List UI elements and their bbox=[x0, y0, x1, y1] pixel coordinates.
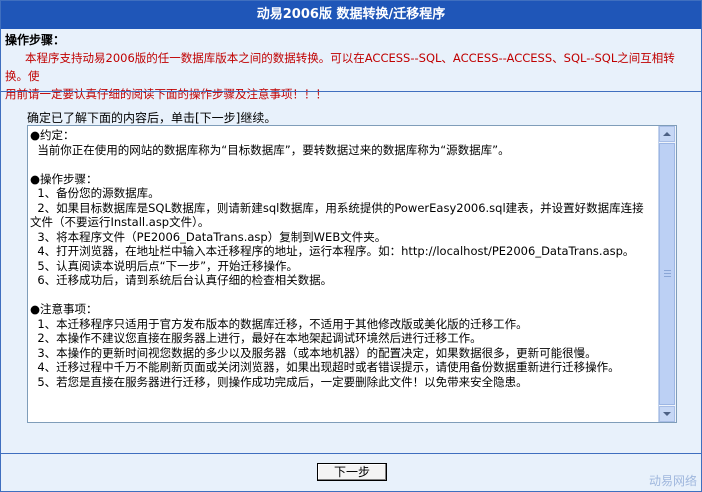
grip-line-icon bbox=[664, 276, 671, 277]
instruction-line: 4、打开浏览器，在地址栏中输入本迁移程序的地址，运行本程序。如：http://l… bbox=[30, 244, 635, 258]
instructions-content: ●约定： 当前你正在使用的网站的数据库称为“目标数据库”，要转数据过来的数据库称… bbox=[30, 128, 658, 389]
arrow-up-icon bbox=[663, 132, 671, 136]
instruction-line: 6、迁移成功后，请到系统后台认真仔细的检查相关数据。 bbox=[30, 273, 333, 287]
instruction-line: 2、如果目标数据库是SQL数据库，则请新建sql数据库，用系统提供的PowerE… bbox=[30, 200, 644, 215]
bottom-divider bbox=[1, 453, 701, 454]
instruction-line: 3、本操作的更新时间视您数据的多少以及服务器（或本地机器）的配置决定，如果数据很… bbox=[30, 345, 597, 360]
instruction-line bbox=[30, 157, 658, 172]
scroll-down-button[interactable] bbox=[659, 406, 675, 422]
instruction-line: 1、本迁移程序只适用于官方发布版本的数据库迁移，不适用于其他修改版或美化版的迁移… bbox=[30, 316, 528, 331]
continue-prompt: 确定已了解下面的内容后，单击[下一步]继续。 bbox=[27, 111, 277, 125]
scroll-up-button[interactable] bbox=[659, 126, 675, 142]
installer-window: 动易2006版 数据转换/迁移程序 操作步骤： 本程序支持动易2006版的任一数… bbox=[0, 0, 702, 492]
grip-line-icon bbox=[664, 270, 671, 271]
instruction-line: 文件（不要运行Install.asp文件）。 bbox=[30, 215, 210, 229]
grip-line-icon bbox=[664, 273, 671, 274]
instruction-line: ●约定： bbox=[30, 128, 75, 142]
top-divider bbox=[1, 91, 701, 92]
instruction-line: 4、迁移过程中千万不能刷新页面或关闭浏览器，如果出现超时或者错误提示，请使用备份… bbox=[30, 360, 620, 374]
instruction-line: 当前你正在使用的网站的数据库称为“目标数据库”，要转数据过来的数据库称为“源数据… bbox=[30, 142, 510, 157]
page-title: 动易2006版 数据转换/迁移程序 bbox=[1, 1, 701, 29]
instruction-line bbox=[30, 288, 658, 303]
instruction-line: ●注意事项： bbox=[30, 302, 98, 316]
instruction-line: ●操作步骤： bbox=[30, 171, 98, 186]
brand-watermark: 动易网络 bbox=[648, 474, 697, 488]
instruction-line: 3、将本程序文件（PE2006_DataTrans.asp）复制到WEB文件夹。 bbox=[30, 229, 387, 244]
steps-heading: 操作步骤： bbox=[5, 33, 66, 47]
warning-line-1: 本程序支持动易2006版的任一数据库版本之间的数据转换。可以在ACCESS--S… bbox=[5, 51, 675, 83]
instruction-line: 5、若您是直接在服务器进行迁移，则操作成功完成后，一定要删除此文件！以免带来安全… bbox=[30, 374, 528, 389]
instruction-line: 5、认真阅读本说明后点“下一步”，开始迁移操作。 bbox=[30, 258, 299, 273]
warning-notice: 本程序支持动易2006版的任一数据库版本之间的数据转换。可以在ACCESS--S… bbox=[5, 49, 697, 103]
instruction-line: 1、备份您的源数据库。 bbox=[30, 186, 160, 200]
scroll-thumb[interactable] bbox=[659, 143, 675, 405]
instruction-line: 2、本操作不建议您直接在服务器上进行，最好在本地架起调试环境然后进行迁移工作。 bbox=[30, 331, 482, 345]
next-button[interactable]: 下一步 bbox=[317, 463, 387, 481]
instructions-textarea[interactable]: ●约定： 当前你正在使用的网站的数据库称为“目标数据库”，要转数据过来的数据库称… bbox=[27, 125, 677, 423]
arrow-down-icon bbox=[663, 412, 671, 416]
warning-line-2: 用前请一定要认真仔细的阅读下面的操作步骤及注意事项！！！ bbox=[5, 87, 327, 101]
vertical-scrollbar[interactable] bbox=[658, 126, 676, 422]
